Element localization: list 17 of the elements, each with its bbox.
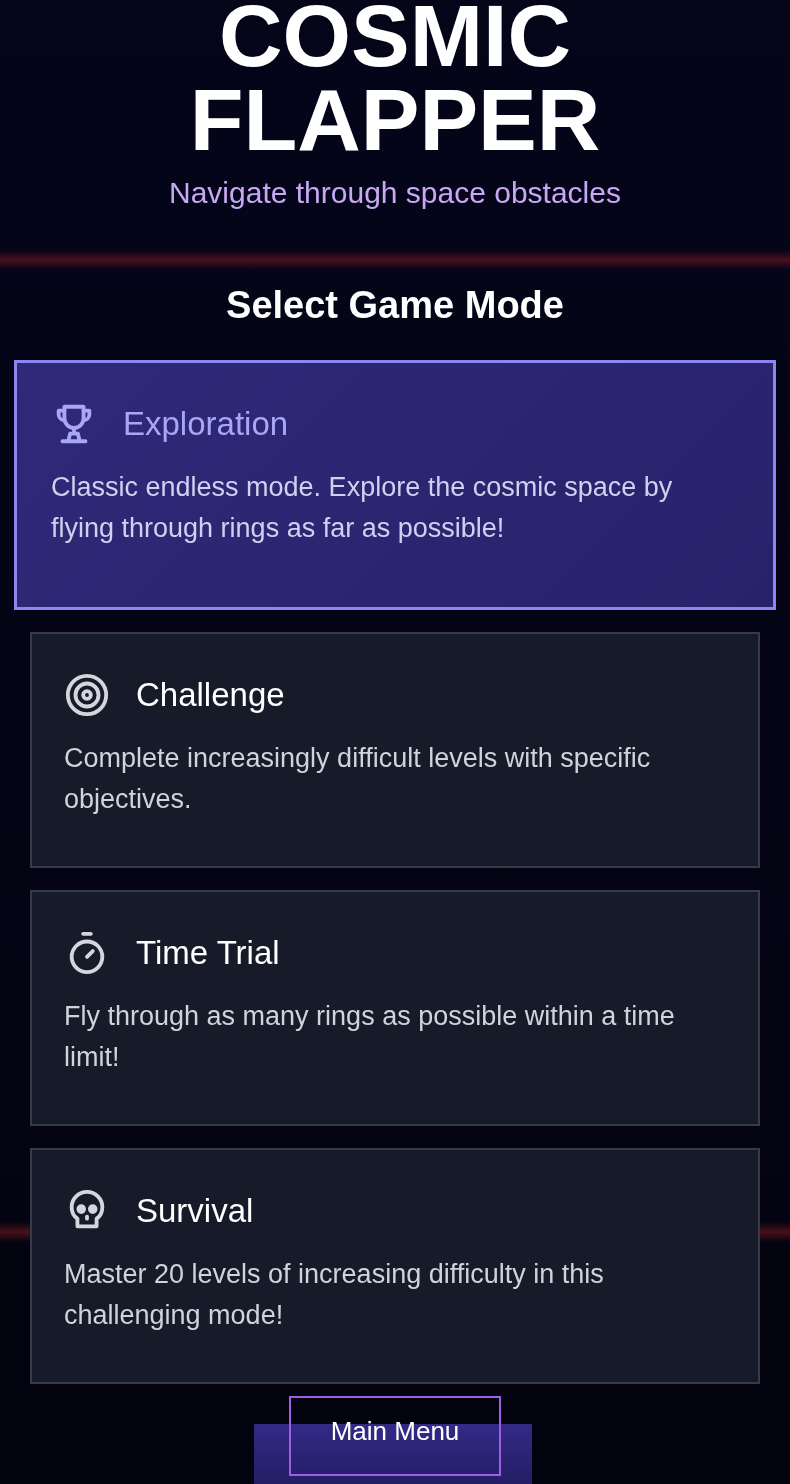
main-menu-button[interactable]: Main Menu	[289, 1396, 501, 1476]
mode-title: Exploration	[123, 405, 289, 443]
mode-card[interactable]: Time Trial Fly through as many rings as possible within a time limit!	[30, 890, 760, 1126]
mode-title: Survival	[136, 1192, 254, 1230]
section-heading: Select Game Mode	[226, 283, 564, 328]
mode-description: Complete increasingly difficult levels with specific objectives.	[64, 742, 652, 816]
mode-title: Time Trial	[136, 934, 280, 972]
mode-card[interactable]: Exploration Classic endless mode. Explore the cosmic space by flying through rings as far as possible!	[14, 360, 776, 610]
target-icon	[64, 672, 110, 718]
mode-title: Challenge	[136, 676, 285, 714]
subtitle: Navigate through space obstacles	[169, 176, 621, 210]
mode-card[interactable]: Challenge Complete increasingly difficult levels with specific objectives.	[30, 632, 760, 868]
mode-card[interactable]: Survival Master 20 levels of increasing difficulty in this challenging mode!	[30, 1148, 760, 1384]
mode-description: Master 20 levels of increasing difficulty in this challenging mode!	[64, 1258, 605, 1332]
mode-description: Classic endless mode. Explore the cosmic space by flying through rings as far as possible!	[51, 471, 674, 545]
game-title: COSMIC FLAPPER	[189, 0, 601, 162]
mode-description: Fly through as many rings as possible within a time limit!	[64, 1000, 676, 1074]
